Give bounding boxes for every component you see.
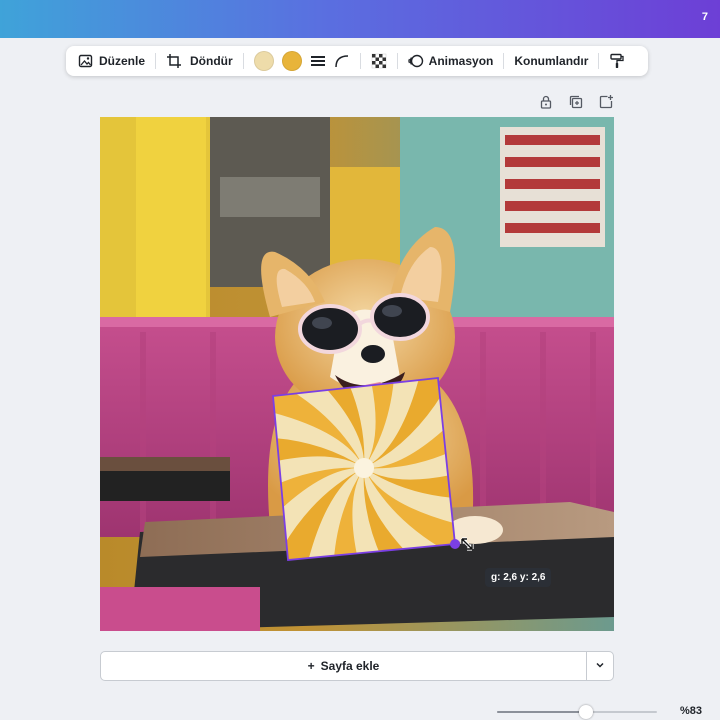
toolbar-divider xyxy=(503,53,505,69)
edit-label: Düzenle xyxy=(99,54,146,68)
transparency-button[interactable] xyxy=(367,49,391,73)
duplicate-page-icon[interactable] xyxy=(568,94,584,110)
plus-icon: + xyxy=(307,659,315,673)
dimension-tooltip: g: 2,6 y: 2,6 xyxy=(485,568,552,587)
toolbar-divider xyxy=(359,53,361,69)
context-toolbar: Düzenle Döndür Animasyon Konumlandır xyxy=(66,46,648,76)
color-swatch-light[interactable] xyxy=(250,49,278,73)
animation-icon xyxy=(408,53,424,69)
rotate-button[interactable]: Döndür xyxy=(186,49,237,73)
zoom-slider-thumb[interactable] xyxy=(579,705,593,719)
page-actions xyxy=(538,94,614,110)
corner-curve-icon xyxy=(334,53,350,69)
add-page-icon[interactable] xyxy=(598,94,614,110)
lock-icon[interactable] xyxy=(538,94,554,110)
design-canvas[interactable] xyxy=(100,117,614,631)
color-swatch-gold[interactable] xyxy=(278,49,306,73)
image-edit-icon xyxy=(78,53,94,69)
paint-roller-icon xyxy=(609,53,625,69)
add-page-bar: + Sayfa ekle xyxy=(100,651,614,681)
animate-label: Animasyon xyxy=(428,54,494,68)
swatch-light-cream xyxy=(253,51,274,71)
add-page-button[interactable]: + Sayfa ekle xyxy=(101,652,586,680)
page-counter: 7 xyxy=(701,11,708,23)
border-style-button[interactable] xyxy=(306,49,330,73)
add-page-dropdown[interactable] xyxy=(586,652,613,680)
toolbar-divider xyxy=(396,53,398,69)
position-button[interactable]: Konumlandır xyxy=(510,49,592,73)
position-label: Konumlandır xyxy=(514,54,589,68)
rotate-label: Döndür xyxy=(190,54,233,68)
zoom-value: %83 xyxy=(680,705,703,717)
zoom-control: %83 xyxy=(497,704,707,720)
corgi-photo xyxy=(100,117,614,631)
copy-style-button[interactable] xyxy=(605,49,629,73)
zoom-fill xyxy=(497,711,585,713)
crop-button[interactable] xyxy=(162,49,186,73)
crop-icon xyxy=(166,53,182,69)
toolbar-divider xyxy=(598,53,600,69)
add-page-label: Sayfa ekle xyxy=(320,659,380,673)
edit-image-button[interactable]: Düzenle xyxy=(74,49,149,73)
chevron-down-icon xyxy=(595,657,605,675)
toolbar-divider xyxy=(155,53,157,69)
lines-icon xyxy=(310,53,326,69)
animate-button[interactable]: Animasyon xyxy=(404,49,498,73)
transparency-checker-icon xyxy=(371,53,387,69)
top-bar: 7 xyxy=(0,0,720,38)
toolbar-divider xyxy=(242,53,244,69)
swatch-gold xyxy=(281,51,302,71)
corner-rounding-button[interactable] xyxy=(330,49,354,73)
